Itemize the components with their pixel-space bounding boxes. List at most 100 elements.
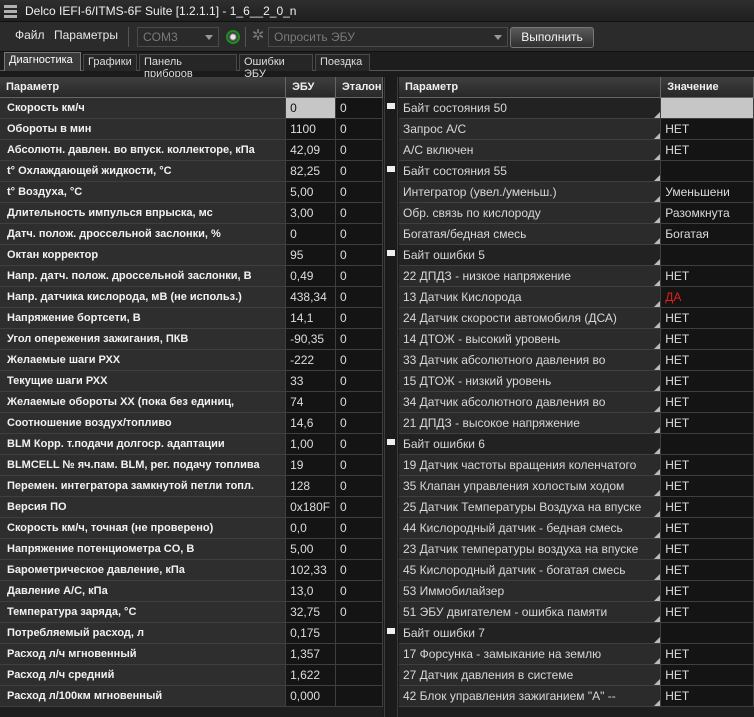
flag-name-cell[interactable]: 25 Датчик Температуры Воздуха на впуске: [399, 496, 662, 518]
param-name-cell[interactable]: Напр. датч. полож. дроссельной заслонки,…: [0, 265, 287, 287]
execute-button[interactable]: Выполнить: [510, 27, 594, 48]
table-row[interactable]: Датч. полож. дроссельной заслонки, % 0 0: [0, 223, 383, 245]
table-row[interactable]: Барометрическое давление, кПа 102,33 0: [0, 559, 383, 581]
flag-name-cell[interactable]: 15 ДТОЖ - низкий уровень: [399, 370, 662, 392]
flag-value-cell[interactable]: НЕТ: [660, 517, 754, 539]
flag-value-cell[interactable]: [660, 97, 754, 119]
reference-value-cell[interactable]: 0: [335, 181, 383, 203]
ecu-command-select[interactable]: Опросить ЭБУ: [268, 27, 508, 47]
ecu-value-cell[interactable]: 13,0: [285, 580, 336, 602]
flag-value-cell[interactable]: НЕТ: [660, 580, 754, 602]
table-row[interactable]: Богатая/бедная смесь Богатая: [399, 223, 754, 245]
table-row[interactable]: Расход л/ч мгновенный 1,357: [0, 643, 383, 665]
param-name-cell[interactable]: Напряжение потенциометра CO, В: [0, 538, 287, 560]
ecu-value-cell[interactable]: 0,0: [285, 517, 336, 539]
reference-value-cell[interactable]: 0: [335, 139, 383, 161]
table-row[interactable]: Версия ПО 0x180F 0: [0, 496, 383, 518]
reference-value-cell[interactable]: 0: [335, 307, 383, 329]
reference-value-cell[interactable]: 0: [335, 580, 383, 602]
table-row[interactable]: 19 Датчик частоты вращения коленчатого НЕ…: [399, 454, 754, 476]
param-name-cell[interactable]: Напр. датчика кислорода, мВ (не использ.…: [0, 286, 287, 308]
param-name-cell[interactable]: Соотношение воздух/топливо: [0, 412, 287, 434]
column-header-ref[interactable]: Эталон: [335, 77, 383, 98]
ecu-value-cell[interactable]: 5,00: [285, 538, 336, 560]
table-row[interactable]: Скорость км/ч, точная (не проверено) 0,0 0: [0, 517, 383, 539]
ecu-value-cell[interactable]: 0,49: [285, 265, 336, 287]
flag-name-cell[interactable]: 24 Датчик скорости автомобиля (ДСА): [399, 307, 662, 329]
ecu-value-cell[interactable]: 74: [285, 391, 336, 413]
reference-value-cell[interactable]: [335, 685, 383, 707]
flag-name-cell[interactable]: 27 Датчик давления в системе: [399, 664, 662, 686]
param-name-cell[interactable]: Напряжение бортсети, В: [0, 307, 287, 329]
flag-name-cell[interactable]: 21 ДПДЗ - высокое напряжение: [399, 412, 662, 434]
reference-value-cell[interactable]: 0: [335, 202, 383, 224]
table-row[interactable]: 22 ДПДЗ - низкое напряжение НЕТ: [399, 265, 754, 287]
flag-value-cell[interactable]: НЕТ: [660, 559, 754, 581]
flag-name-cell[interactable]: 34 Датчик абсолютного давления во: [399, 391, 662, 413]
table-row[interactable]: Расход л/100км мгновенный 0,000: [0, 685, 383, 707]
menu-file[interactable]: Файл: [15, 28, 45, 42]
table-row[interactable]: t° Охлаждающей жидкости, °С 82,25 0: [0, 160, 383, 182]
param-name-cell[interactable]: Версия ПО: [0, 496, 287, 518]
ecu-value-cell[interactable]: 0,000: [285, 685, 336, 707]
flag-value-cell[interactable]: НЕТ: [660, 538, 754, 560]
table-row[interactable]: 27 Датчик давления в системе НЕТ: [399, 664, 754, 686]
table-row[interactable]: 13 Датчик Кислорода ДА: [399, 286, 754, 308]
param-name-cell[interactable]: t° Воздуха, °С: [0, 181, 287, 203]
param-name-cell[interactable]: Длительность импулься впрыска, мс: [0, 202, 287, 224]
param-name-cell[interactable]: Абсолютн. давлен. во впуск. коллекторе, …: [0, 139, 287, 161]
table-row[interactable]: Обороты в мин 1100 0: [0, 118, 383, 140]
table-row[interactable]: Угол опережения зажигания, ПКВ -90,35 0: [0, 328, 383, 350]
tab-diagnostics[interactable]: Диагностика: [4, 52, 81, 71]
expand-icon[interactable]: [387, 250, 395, 256]
table-row[interactable]: Длительность импулься впрыска, мс 3,00 0: [0, 202, 383, 224]
ecu-value-cell[interactable]: -222: [285, 349, 336, 371]
flag-name-cell[interactable]: 45 Кислородный датчик - богатая смесь: [399, 559, 662, 581]
reference-value-cell[interactable]: 0: [335, 328, 383, 350]
param-name-cell[interactable]: Перемен. интегратора замкнутой петли топ…: [0, 475, 287, 497]
flag-value-cell[interactable]: НЕТ: [660, 664, 754, 686]
flag-name-cell[interactable]: 23 Датчик температуры воздуха на впуске: [399, 538, 662, 560]
param-name-cell[interactable]: Октан корректор: [0, 244, 287, 266]
reference-value-cell[interactable]: 0: [335, 223, 383, 245]
flag-name-cell[interactable]: 42 Блок управления зажиганием "А" --: [399, 685, 662, 707]
flag-name-cell[interactable]: Интегратор (увел./уменьш.): [399, 181, 662, 203]
flag-name-cell[interactable]: 53 Иммобилайзер: [399, 580, 662, 602]
table-row[interactable]: 45 Кислородный датчик - богатая смесь НЕТ: [399, 559, 754, 581]
reference-value-cell[interactable]: [335, 622, 383, 644]
flag-value-cell[interactable]: Уменьшени: [660, 181, 754, 203]
table-row[interactable]: Абсолютн. давлен. во впуск. коллекторе, …: [0, 139, 383, 161]
reference-value-cell[interactable]: 0: [335, 370, 383, 392]
ecu-value-cell[interactable]: 32,75: [285, 601, 336, 623]
flag-value-cell[interactable]: Богатая: [660, 223, 754, 245]
table-row[interactable]: Интегратор (увел./уменьш.) Уменьшени: [399, 181, 754, 203]
expand-icon[interactable]: [387, 628, 395, 634]
param-name-cell[interactable]: Расход л/100км мгновенный: [0, 685, 287, 707]
column-header-param[interactable]: Параметр: [399, 77, 662, 98]
table-row[interactable]: Температура заряда, °С 32,75 0: [0, 601, 383, 623]
tab-ecu-errors[interactable]: Ошибки ЭБУ: [239, 54, 313, 80]
flag-value-cell[interactable]: НЕТ: [660, 328, 754, 350]
param-name-cell[interactable]: Скорость км/ч, точная (не проверено): [0, 517, 287, 539]
table-row[interactable]: 15 ДТОЖ - низкий уровень НЕТ: [399, 370, 754, 392]
tab-charts[interactable]: Графики: [83, 54, 137, 71]
reference-value-cell[interactable]: 0: [335, 412, 383, 434]
ecu-value-cell[interactable]: 0: [285, 97, 336, 119]
ecu-value-cell[interactable]: 0,175: [285, 622, 336, 644]
param-name-cell[interactable]: Скорость км/ч: [0, 97, 287, 119]
ecu-value-cell[interactable]: -90,35: [285, 328, 336, 350]
group-name-cell[interactable]: Байт ошибки 5: [399, 244, 662, 266]
table-row[interactable]: BLMCELL № яч.пам. BLM, рег. подачу топли…: [0, 454, 383, 476]
flag-value-cell[interactable]: НЕТ: [660, 391, 754, 413]
table-row[interactable]: 51 ЭБУ двигателем - ошибка памяти НЕТ: [399, 601, 754, 623]
table-row[interactable]: 44 Кислородный датчик - бедная смесь НЕТ: [399, 517, 754, 539]
reference-value-cell[interactable]: 0: [335, 517, 383, 539]
group-row[interactable]: Байт состояния 50: [399, 97, 754, 119]
table-row[interactable]: 53 Иммобилайзер НЕТ: [399, 580, 754, 602]
flag-value-cell[interactable]: [660, 244, 754, 266]
ecu-value-cell[interactable]: 14,6: [285, 412, 336, 434]
table-row[interactable]: Желаемые шаги РХХ -222 0: [0, 349, 383, 371]
reference-value-cell[interactable]: 0: [335, 97, 383, 119]
table-row[interactable]: Напряжение потенциометра CO, В 5,00 0: [0, 538, 383, 560]
flag-value-cell[interactable]: НЕТ: [660, 139, 754, 161]
